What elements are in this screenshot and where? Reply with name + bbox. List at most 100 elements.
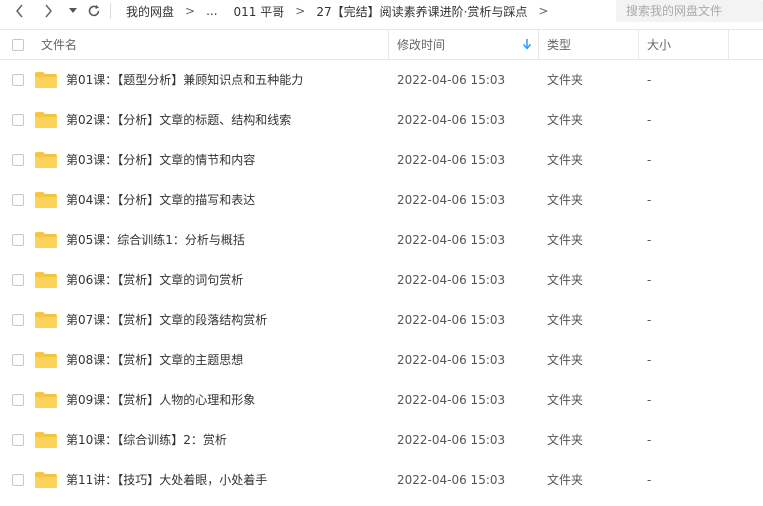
row-checkbox[interactable] xyxy=(12,314,24,326)
column-header-modified[interactable]: 修改时间 xyxy=(397,30,445,59)
file-type: 文件夹 xyxy=(547,113,584,127)
file-row[interactable]: 第09课：【赏析】人物的心理和形象 2022-04-06 15:03 文件夹 - xyxy=(0,380,763,420)
file-type: 文件夹 xyxy=(547,233,584,247)
file-row[interactable]: 第02课：【分析】文章的标题、结构和线索 2022-04-06 15:03 文件夹 - xyxy=(0,100,763,140)
file-modified: 2022-04-06 15:03 xyxy=(397,313,506,327)
file-modified: 2022-04-06 15:03 xyxy=(397,353,506,367)
file-modified: 2022-04-06 15:03 xyxy=(397,393,506,407)
file-type: 文件夹 xyxy=(547,273,584,287)
file-row[interactable]: 第08课：【赏析】文章的主题思想 2022-04-06 15:03 文件夹 - xyxy=(0,340,763,380)
folder-icon xyxy=(35,312,57,331)
file-type: 文件夹 xyxy=(547,393,584,407)
row-checkbox[interactable] xyxy=(12,394,24,406)
file-name[interactable]: 第02课：【分析】文章的标题、结构和线索 xyxy=(66,100,291,140)
breadcrumb-separator: > xyxy=(185,4,196,18)
column-divider xyxy=(388,30,389,59)
file-row[interactable]: 第01课：【题型分析】兼顾知识点和五种能力 2022-04-06 15:03 文件夹… xyxy=(0,60,763,100)
row-checkbox[interactable] xyxy=(12,354,24,366)
file-name[interactable]: 第03课：【分析】文章的情节和内容 xyxy=(66,140,255,180)
file-row[interactable]: 第10课：【综合训练】2：赏析 2022-04-06 15:03 文件夹 - xyxy=(0,420,763,460)
row-checkbox[interactable] xyxy=(12,194,24,206)
file-name[interactable]: 第10课：【综合训练】2：赏析 xyxy=(66,420,227,460)
file-size: - xyxy=(647,433,652,447)
file-type: 文件夹 xyxy=(547,313,584,327)
file-modified: 2022-04-06 15:03 xyxy=(397,473,506,487)
file-name[interactable]: 第09课：【赏析】人物的心理和形象 xyxy=(66,380,255,420)
file-name[interactable]: 第01课：【题型分析】兼顾知识点和五种能力 xyxy=(66,60,303,100)
file-modified: 2022-04-06 15:03 xyxy=(397,433,506,447)
column-header-size[interactable]: 大小 xyxy=(647,30,671,59)
select-all-checkbox[interactable] xyxy=(12,38,24,51)
file-modified: 2022-04-06 15:03 xyxy=(397,113,506,127)
folder-icon xyxy=(35,472,57,491)
file-name[interactable]: 第06课：【赏析】文章的词句赏析 xyxy=(66,260,243,300)
file-name[interactable]: 第05课：综合训练1：分析与概括 xyxy=(66,220,245,260)
file-name[interactable]: 第08课：【赏析】文章的主题思想 xyxy=(66,340,243,380)
file-list-header: 文件名 修改时间 类型 大小 xyxy=(0,29,763,60)
toolbar-divider xyxy=(110,3,111,19)
file-row[interactable]: 第03课：【分析】文章的情节和内容 2022-04-06 15:03 文件夹 - xyxy=(0,140,763,180)
search-input[interactable] xyxy=(624,3,763,19)
file-row[interactable]: 第07课：【赏析】文章的段落结构赏析 2022-04-06 15:03 文件夹 - xyxy=(0,300,763,340)
file-size: - xyxy=(647,473,652,487)
file-size: - xyxy=(647,273,652,287)
folder-icon xyxy=(35,192,57,211)
file-size: - xyxy=(647,113,652,127)
folder-icon xyxy=(35,272,57,291)
file-name[interactable]: 第11讲：【技巧】大处着眼，小处着手 xyxy=(66,460,267,500)
column-header-name[interactable]: 文件名 xyxy=(41,30,77,59)
history-dropdown-button[interactable] xyxy=(67,1,79,21)
row-checkbox[interactable] xyxy=(12,74,24,86)
row-checkbox[interactable] xyxy=(12,274,24,286)
file-modified: 2022-04-06 15:03 xyxy=(397,73,506,87)
caret-down-icon xyxy=(69,8,77,13)
folder-icon xyxy=(35,432,57,451)
folder-icon xyxy=(35,392,57,411)
column-divider xyxy=(538,30,539,59)
file-modified: 2022-04-06 15:03 xyxy=(397,273,506,287)
breadcrumb-separator: > xyxy=(295,4,306,18)
forward-button[interactable] xyxy=(40,1,56,21)
column-divider xyxy=(728,30,729,59)
refresh-icon xyxy=(88,5,100,17)
breadcrumb-item-current-folder[interactable]: 27【完结】阅读素养课进阶·赏析与踩点 xyxy=(316,3,527,20)
breadcrumb-item-folder-011[interactable]: 011 平哥 xyxy=(234,3,285,20)
file-type: 文件夹 xyxy=(547,153,584,167)
row-checkbox[interactable] xyxy=(12,234,24,246)
row-checkbox[interactable] xyxy=(12,154,24,166)
column-divider xyxy=(638,30,639,59)
file-row[interactable]: 第04课：【分析】文章的描写和表达 2022-04-06 15:03 文件夹 - xyxy=(0,180,763,220)
select-all-cell xyxy=(12,30,24,59)
file-type: 文件夹 xyxy=(547,433,584,447)
file-type: 文件夹 xyxy=(547,193,584,207)
row-checkbox[interactable] xyxy=(12,114,24,126)
file-modified: 2022-04-06 15:03 xyxy=(397,233,506,247)
file-row[interactable]: 第06课：【赏析】文章的词句赏析 2022-04-06 15:03 文件夹 - xyxy=(0,260,763,300)
file-row[interactable]: 第05课：综合训练1：分析与概括 2022-04-06 15:03 文件夹 - xyxy=(0,220,763,260)
file-size: - xyxy=(647,393,652,407)
chevron-left-icon xyxy=(16,4,23,18)
folder-icon xyxy=(35,112,57,131)
file-size: - xyxy=(647,73,652,87)
file-name[interactable]: 第04课：【分析】文章的描写和表达 xyxy=(66,180,255,220)
breadcrumb-item-ellipsis[interactable]: ... xyxy=(206,4,217,18)
sort-descending-icon[interactable] xyxy=(522,38,532,50)
file-size: - xyxy=(647,353,652,367)
navigation-toolbar: 我的网盘 > ... 011 平哥 > 27【完结】阅读素养课进阶·赏析与踩点 … xyxy=(0,0,763,22)
file-row[interactable]: 第11讲：【技巧】大处着眼，小处着手 2022-04-06 15:03 文件夹 - xyxy=(0,460,763,500)
refresh-button[interactable] xyxy=(86,1,102,21)
column-header-type[interactable]: 类型 xyxy=(547,30,571,59)
breadcrumb-separator: > xyxy=(538,4,549,18)
row-checkbox[interactable] xyxy=(12,434,24,446)
file-name[interactable]: 第07课：【赏析】文章的段落结构赏析 xyxy=(66,300,267,340)
breadcrumb-item-my-drive[interactable]: 我的网盘 xyxy=(126,3,174,20)
chevron-right-icon xyxy=(45,4,52,18)
file-size: - xyxy=(647,153,652,167)
row-checkbox[interactable] xyxy=(12,474,24,486)
folder-icon xyxy=(35,72,57,91)
breadcrumb: 我的网盘 > ... 011 平哥 > 27【完结】阅读素养课进阶·赏析与踩点 … xyxy=(126,0,559,22)
folder-icon xyxy=(35,352,57,371)
file-size: - xyxy=(647,193,652,207)
file-size: - xyxy=(647,233,652,247)
back-button[interactable] xyxy=(12,1,28,21)
